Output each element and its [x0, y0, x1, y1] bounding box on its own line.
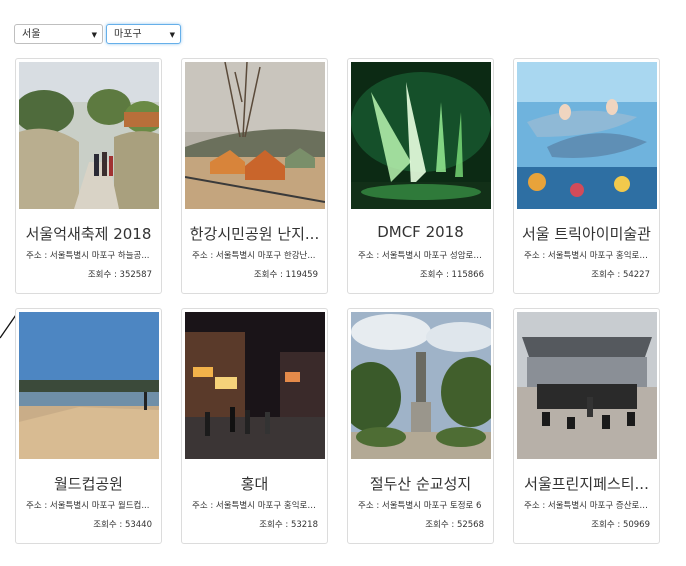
attraction-card[interactable]: 서울억새축제 2018 주소 : 서울특별시 마포구 하늘공... 조회수 : … — [15, 58, 162, 294]
attraction-address: 주소 : 서울특별시 마포구 하늘공... — [26, 251, 150, 261]
attraction-card[interactable]: 서울 트릭아이미술관 주소 : 서울특별시 마포구 홍익로3... 조회수 : … — [513, 58, 660, 294]
attraction-address: 주소 : 서울특별시 마포구 성암로 ... — [358, 251, 483, 261]
attraction-views: 조회수 : 119459 — [253, 270, 318, 280]
attraction-address: 주소 : 서울특별시 마포구 홍익로 20 — [192, 501, 317, 511]
attraction-card[interactable]: 월드컵공원 주소 : 서울특별시 마포구 월드컵... 조회수 : 53440 — [15, 308, 162, 544]
chevron-down-icon: ▼ — [169, 31, 175, 39]
attraction-photo — [517, 312, 657, 459]
attraction-address: 주소 : 서울특별시 마포구 증산로 87 — [524, 501, 649, 511]
attraction-photo — [185, 62, 325, 209]
attraction-photo — [351, 312, 491, 459]
attraction-photo — [185, 312, 325, 459]
district-select-value: 마포구 — [114, 29, 142, 40]
attraction-photo — [19, 62, 159, 209]
attraction-title: 서울프린지페스티... — [524, 475, 649, 493]
attraction-views: 조회수 : 52568 — [425, 520, 484, 530]
attraction-title: DMCF 2018 — [377, 223, 464, 241]
attraction-photo — [19, 312, 159, 459]
region-select[interactable]: 서울 ▼ — [14, 24, 103, 44]
attraction-title: 서울 트릭아이미술관 — [522, 225, 651, 243]
attraction-card[interactable]: 홍대 주소 : 서울특별시 마포구 홍익로 20 조회수 : 53218 — [181, 308, 328, 544]
attraction-card[interactable]: 서울프린지페스티... 주소 : 서울특별시 마포구 증산로 87 조회수 : … — [513, 308, 660, 544]
chevron-down-icon: ▼ — [91, 31, 97, 39]
attraction-address: 주소 : 서울특별시 마포구 토정로 6 — [358, 501, 482, 511]
attraction-title: 절두산 순교성지 — [369, 475, 472, 493]
attraction-photo — [517, 62, 657, 209]
attraction-card[interactable]: 한강시민공원 난지... 주소 : 서울특별시 마포구 한강난... 조회수 :… — [181, 58, 328, 294]
attraction-photo — [351, 62, 491, 209]
attraction-card[interactable]: 절두산 순교성지 주소 : 서울특별시 마포구 토정로 6 조회수 : 5256… — [347, 308, 494, 544]
attraction-title: 서울억새축제 2018 — [25, 225, 152, 243]
attraction-views: 조회수 : 54227 — [591, 270, 650, 280]
region-select-value: 서울 — [22, 29, 41, 40]
attraction-address: 주소 : 서울특별시 마포구 월드컵... — [26, 501, 150, 511]
attraction-address: 주소 : 서울특별시 마포구 홍익로3... — [524, 251, 649, 261]
attraction-title: 한강시민공원 난지... — [189, 225, 320, 243]
attraction-views: 조회수 : 50969 — [591, 520, 650, 530]
attraction-title: 월드컵공원 — [53, 475, 123, 493]
attraction-views: 조회수 : 53440 — [93, 520, 152, 530]
attraction-title: 홍대 — [240, 475, 269, 493]
attraction-views: 조회수 : 352587 — [87, 270, 152, 280]
attraction-views: 조회수 : 53218 — [259, 520, 318, 530]
attraction-card[interactable]: DMCF 2018 주소 : 서울특별시 마포구 성암로 ... 조회수 : 1… — [347, 58, 494, 294]
attraction-address: 주소 : 서울특별시 마포구 한강난... — [192, 251, 316, 261]
attraction-views: 조회수 : 115866 — [419, 270, 484, 280]
district-select[interactable]: 마포구 ▼ — [106, 24, 181, 44]
